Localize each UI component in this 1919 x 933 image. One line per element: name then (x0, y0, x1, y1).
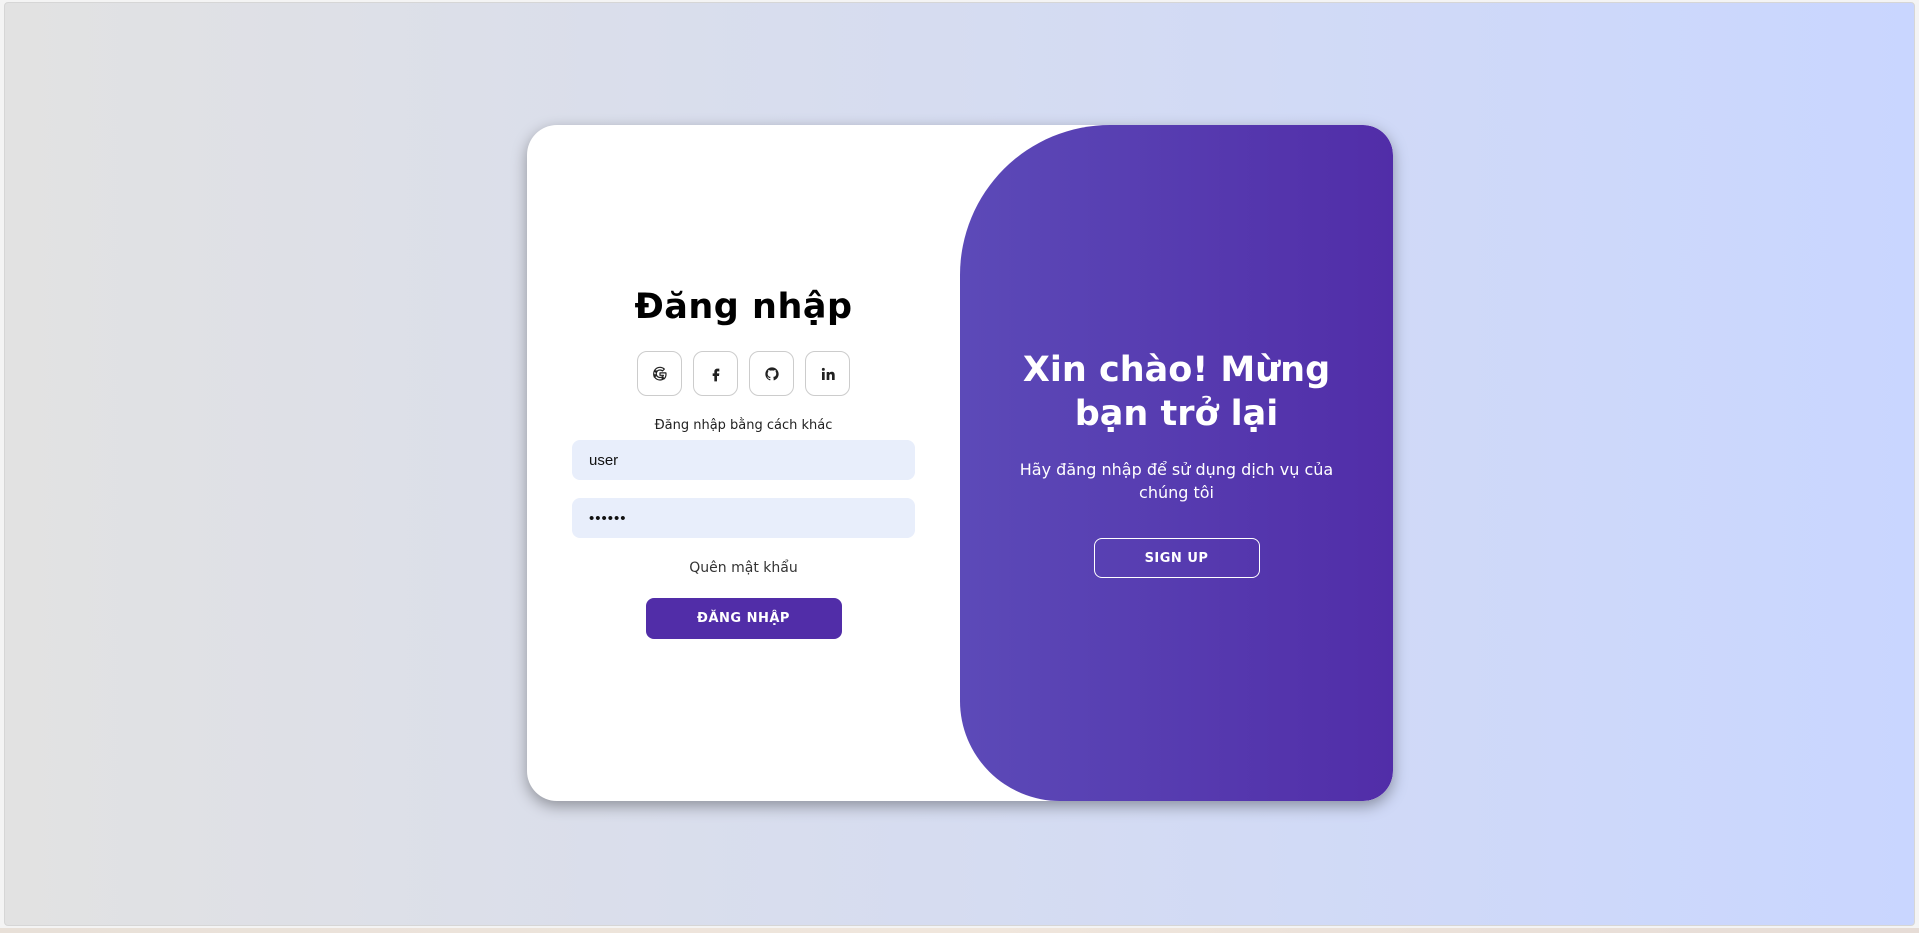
google-icon (652, 366, 667, 381)
google-login-button[interactable] (637, 351, 682, 396)
browser-bottom-strip (0, 928, 1919, 933)
linkedin-login-button[interactable] (805, 351, 850, 396)
welcome-panel: Xin chào! Mừng bạn trở lại Hãy đăng nhập… (960, 125, 1393, 801)
social-login-row (637, 351, 850, 396)
welcome-title: Xin chào! Mừng bạn trở lại (1022, 350, 1331, 434)
alternative-login-text: Đăng nhập bằng cách khác (654, 418, 833, 433)
login-title: Đăng nhập (634, 287, 853, 327)
welcome-text: Hãy đăng nhập để sử dụng dịch vụ của chú… (1019, 460, 1334, 502)
signup-button[interactable]: SIGN UP (1093, 538, 1260, 578)
auth-card: Đăng nhập Đăng nhập bằng cách khác user … (527, 125, 1393, 801)
username-input[interactable] (572, 440, 915, 480)
facebook-login-button[interactable] (693, 351, 738, 396)
facebook-icon (712, 368, 719, 381)
login-button[interactable]: ĐĂNG NHẬP (645, 598, 842, 639)
linkedin-icon (821, 367, 835, 380)
password-input[interactable] (572, 498, 915, 538)
github-icon (764, 366, 779, 380)
login-form: Đăng nhập Đăng nhập bằng cách khác user … (527, 125, 960, 801)
forgot-password-link[interactable]: Quên mật khẩu (689, 560, 797, 576)
github-login-button[interactable] (749, 351, 794, 396)
